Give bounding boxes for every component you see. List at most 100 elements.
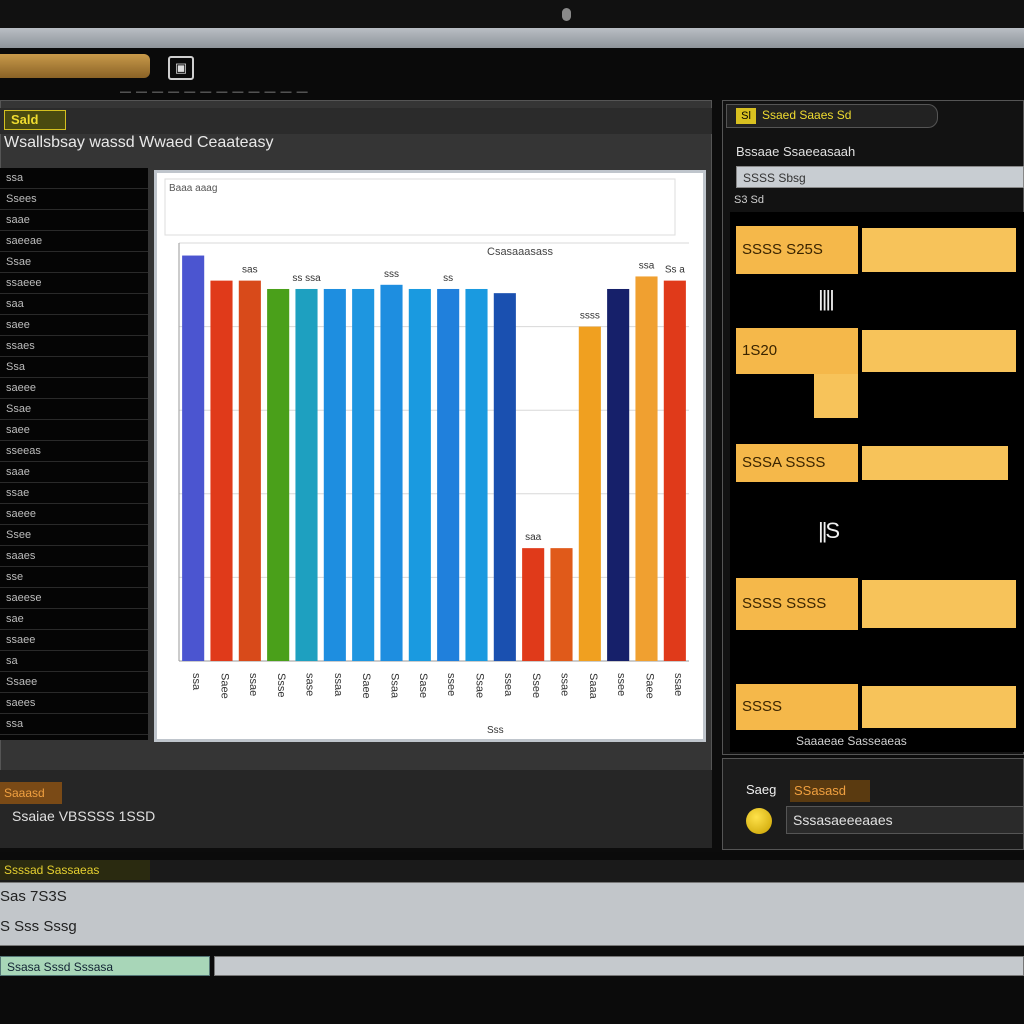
bar-chart: Baaa aaag Csasaaasass ssa Saee sas ssae Ssse ss…: [164, 178, 689, 736]
x-tick-label: ssea: [502, 673, 514, 697]
timeline-marker: ||S: [818, 518, 840, 543]
x-tick-label: Saaa: [587, 673, 599, 700]
chart-bar: [635, 276, 658, 661]
list-item[interactable]: saees: [0, 693, 148, 714]
x-tick-label: Ssee: [530, 673, 542, 698]
console-tag[interactable]: Ssssad Sassaeas: [0, 860, 150, 880]
console-line: Sas 7S3S: [0, 888, 67, 905]
list-item[interactable]: saeese: [0, 588, 148, 609]
timeline-bar[interactable]: [862, 446, 1008, 480]
app-icon[interactable]: ▣: [168, 56, 194, 80]
timeline-area: SSSS S25S |||| 1S20 SSSA SSSS ||S SSSS SSSS SS…: [730, 212, 1024, 752]
bar-data-label: sas: [242, 265, 258, 276]
timeline-row-label[interactable]: SSSA SSSS: [736, 444, 858, 482]
x-tick-label: Sase: [417, 673, 429, 698]
timeline-bar[interactable]: [862, 686, 1016, 728]
timeline-row-label[interactable]: SSSS: [736, 684, 858, 730]
list-item[interactable]: saeee: [0, 504, 148, 525]
chart-bar: [182, 255, 205, 661]
chart-bar: [493, 293, 516, 661]
list-item[interactable]: saaes: [0, 546, 148, 567]
list-item[interactable]: sse: [0, 567, 148, 588]
chart-bar: [380, 284, 403, 661]
x-tick-label: ssee: [445, 673, 457, 696]
knob-button[interactable]: [746, 808, 772, 834]
chart-header-box: [164, 178, 676, 236]
title-bar: [0, 28, 1024, 48]
list-item[interactable]: Ssee: [0, 525, 148, 546]
active-tab[interactable]: [0, 54, 150, 78]
x-tick-label: ssaa: [332, 673, 344, 697]
timeline-row-label[interactable]: SSSS SSSS: [736, 578, 858, 630]
list-item[interactable]: saeeae: [0, 231, 148, 252]
chart-title: Csasaaasass: [487, 246, 554, 258]
bar-data-label: ss: [443, 273, 453, 284]
list-item[interactable]: ssaee: [0, 630, 148, 651]
control-field[interactable]: Sssasaeeeaaes: [786, 806, 1024, 834]
list-item[interactable]: ssaeee: [0, 273, 148, 294]
chart-bar: [238, 280, 261, 661]
list-item[interactable]: Ssae: [0, 252, 148, 273]
bar-data-label: ss ssa: [292, 273, 321, 284]
chart-bar: [578, 326, 601, 661]
list-item[interactable]: saeee: [0, 378, 148, 399]
list-item[interactable]: Ssae: [0, 399, 148, 420]
right-panel-footer: Saaaeae Sasseaeas: [796, 734, 907, 748]
camera-icon: [562, 8, 571, 21]
list-item[interactable]: sae: [0, 609, 148, 630]
list-item[interactable]: ssae: [0, 483, 148, 504]
chart-bar: [323, 288, 346, 661]
bar-data-label: ssss: [580, 311, 600, 322]
list-item[interactable]: saee: [0, 420, 148, 441]
bar-data-label: ssa: [639, 260, 655, 271]
x-tick-label: ssee: [615, 673, 627, 696]
list-item[interactable]: saee: [0, 315, 148, 336]
x-tick-label: sase: [304, 673, 316, 696]
panel-tag[interactable]: Sald: [4, 110, 66, 130]
timeline-bar[interactable]: [862, 330, 1016, 372]
list-item[interactable]: ssaes: [0, 336, 148, 357]
right-panel-subtitle: Bssaae Ssaeeasaah: [736, 144, 856, 159]
list-item[interactable]: ssa: [0, 168, 148, 189]
control-label: Saeg: [746, 782, 777, 797]
bar-data-label: Ss a: [665, 265, 685, 276]
timeline-bar[interactable]: [862, 580, 1016, 628]
timeline-bar[interactable]: [814, 374, 858, 418]
x-tick-label: ssae: [247, 673, 259, 696]
timeline-row-label[interactable]: 1S20: [736, 328, 858, 374]
chart-subtitle: Baaa aaag: [169, 183, 217, 194]
status-bar-label: Ssasa Sssd Sssasa: [0, 956, 210, 976]
chart-bar: [210, 280, 233, 661]
list-item[interactable]: Ssaee: [0, 672, 148, 693]
list-item[interactable]: sseeas: [0, 441, 148, 462]
list-item[interactable]: saae: [0, 210, 148, 231]
monitor-bezel: [0, 0, 1024, 28]
control-panel: [722, 758, 1024, 850]
chart-bar: [663, 280, 686, 661]
right-panel-sublabel: S3 Sd: [734, 194, 764, 206]
control-tag[interactable]: SSasasd: [790, 780, 870, 802]
main-status-tag[interactable]: Saaasd: [0, 782, 62, 804]
chart-bar: [352, 288, 375, 661]
main-panel-header: [0, 108, 712, 134]
x-tick-label: Ssse: [275, 673, 287, 697]
bar-data-label: sss: [384, 269, 399, 280]
timeline-row-label[interactable]: SSSS S25S: [736, 226, 858, 274]
right-panel-input[interactable]: SSSS Sbsg: [736, 166, 1024, 188]
list-item[interactable]: ssa: [0, 714, 148, 735]
x-tick-label: ssae: [559, 673, 571, 696]
menu-bar[interactable]: — — — — — — — — — — — —: [120, 86, 440, 100]
list-item[interactable]: sa: [0, 651, 148, 672]
list-item[interactable]: saa: [0, 294, 148, 315]
chart-bar: [607, 288, 630, 661]
list-item[interactable]: Ssees: [0, 189, 148, 210]
x-tick-label: ssae: [672, 673, 684, 696]
list-item[interactable]: Ssa: [0, 357, 148, 378]
x-tick-label: Ssae: [474, 673, 486, 698]
x-tick-label: Saee: [360, 673, 372, 699]
list-item[interactable]: saae: [0, 462, 148, 483]
console-line: S Sss Sssg: [0, 918, 77, 935]
chart-bar: [437, 288, 460, 661]
timeline-bar[interactable]: [862, 228, 1016, 272]
chart-bar: [408, 288, 431, 661]
